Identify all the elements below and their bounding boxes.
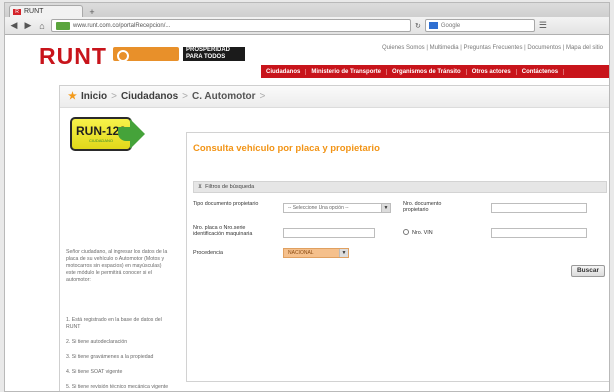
reload-icon[interactable]: ↻ [415,22,421,30]
menu-item-ministerio[interactable]: Ministerio de Transporte [306,68,388,75]
sidebar-steps: 1. Está registrado en la base de datos d… [66,317,170,391]
step-item: 3. Si tiene gravámenes a la propiedad [66,354,154,360]
search-engine-icon [428,22,438,29]
url-text: www.runt.com.co/portalRecepcion/... [73,22,171,29]
chevron-down-icon: ▼ [381,204,390,212]
menu-item-otros[interactable]: Otros actores [467,68,517,75]
search-button[interactable]: Buscar [571,265,605,277]
procedencia-select[interactable]: NACIONAL ▼ [283,248,349,258]
breadcrumb-ciudadanos[interactable]: Ciudadanos [121,91,178,102]
filter-header: ⊻ Filtros de búsqueda [193,181,607,193]
placa-input[interactable] [283,228,375,238]
menu-icon[interactable]: ☰ [539,20,547,31]
green-arrow-icon [130,119,145,149]
site-identity-icon [56,21,70,30]
search-placeholder: Google [440,22,461,29]
sidebar-intro: Señor ciudadano, al ingresar los datos d… [66,249,168,283]
tipo-doc-label: Tipo documento propietario [193,201,259,207]
navigation-bar: ◀ ▶ ⌂ www.runt.com.co/portalRecepcion/..… [5,17,609,35]
menu-item-organismos[interactable]: Organismos de Tránsito [387,68,467,75]
runt-favicon-icon: R [13,8,21,15]
menu-item-ciudadanos[interactable]: Ciudadanos [261,68,307,75]
content-panel: ★ Inicio > Ciudadanos > C. Automotor > R… [59,85,609,391]
tab-bar: R RUNT + [5,3,609,17]
step-item: 4. Si tiene SOAT vigente [66,369,123,375]
step-item: 1. Está registrado en la base de datos d… [66,317,162,330]
gobierno-logo [113,47,179,62]
top-links[interactable]: Quienes Somos | Multimedia | Preguntas F… [382,45,603,51]
address-bar[interactable]: www.runt.com.co/portalRecepcion/... [51,19,411,32]
search-form: Consulta vehículo por placa y propietari… [186,132,609,382]
procedencia-label: Procedencia [193,250,223,256]
tipo-doc-value: -- Seleccione Una opción -- [288,205,349,211]
placa-label: Nro. placa o Nro.serie identificación ma… [193,225,253,237]
breadcrumb-separator: > [182,91,189,102]
chevron-down-icon: ▼ [339,249,348,257]
vin-input[interactable] [491,228,587,238]
breadcrumb-inicio[interactable]: Inicio [81,91,107,102]
breadcrumb-separator: > [259,91,266,102]
filter-icon: ⊻ [198,184,203,190]
browser-tab[interactable]: R RUNT [9,5,83,17]
forward-icon[interactable]: ▶ [23,20,33,31]
browser-window: R RUNT + ◀ ▶ ⌂ www.runt.com.co/portalRec… [4,2,610,392]
filter-label: Filtros de búsqueda [205,184,255,190]
vin-radio[interactable] [403,229,409,235]
new-tab-icon[interactable]: + [85,7,99,17]
vin-label: Nro. VIN [412,230,433,236]
nro-doc-input[interactable] [491,203,587,213]
runt-logo[interactable]: RUNT [39,43,107,70]
form-title: Consulta vehículo por placa y propietari… [193,143,380,154]
main-menu: Ciudadanos Ministerio de Transporte Orga… [261,65,609,78]
breadcrumb-current: C. Automotor [192,91,256,102]
breadcrumb-separator: > [111,91,117,102]
tipo-doc-select[interactable]: -- Seleccione Una opción -- ▼ [283,203,391,213]
procedencia-value: NACIONAL [288,250,314,256]
step-item: 5. Si tiene revisión técnico mecánica vi… [66,384,169,390]
breadcrumb: ★ Inicio > Ciudadanos > C. Automotor > [60,86,609,108]
sidebar: RUN-123 CIUDADANO Señor ciudadano, al in… [60,109,180,391]
tab-title: RUNT [24,8,44,15]
back-icon[interactable]: ◀ [9,20,19,31]
step-item: 2. Si tiene autodeclaración [66,339,128,345]
menu-item-contactenos[interactable]: Contáctenos [517,68,565,75]
home-icon[interactable]: ⌂ [37,21,47,31]
star-icon: ★ [68,91,77,102]
search-box[interactable]: Google [424,19,535,32]
nro-doc-label: Nro. documento propietario [403,201,442,213]
page-content: RUNT PROSPERIDAD PARA TODOS Quienes Somo… [5,35,609,391]
prosperidad-logo: PROSPERIDAD PARA TODOS [183,47,245,61]
